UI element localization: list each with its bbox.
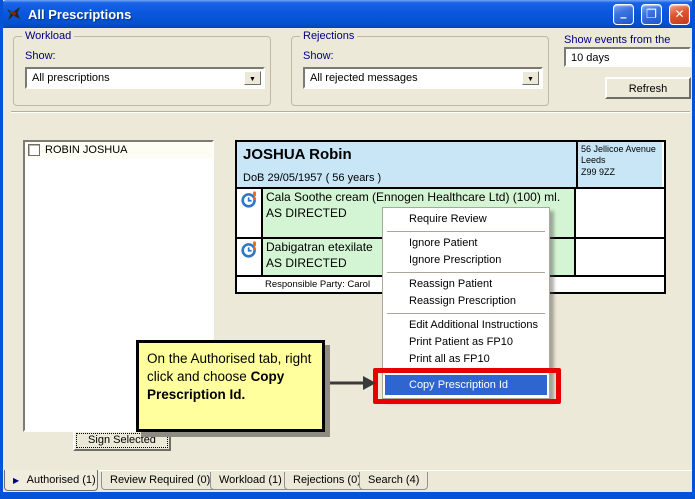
patient-header-row: JOSHUA Robin DoB 29/05/1957 ( 56 years )… (237, 142, 664, 189)
clock-alert-icon (241, 241, 258, 258)
menu-item-edit-additional-instructions[interactable]: Edit Additional Instructions (383, 317, 549, 334)
tab-label: Rejections (0) (293, 474, 361, 486)
sign-selected-button[interactable]: Sign Selected (73, 430, 171, 451)
menu-separator (387, 231, 545, 232)
patient-list-item[interactable]: ROBIN JOSHUA (25, 142, 212, 158)
menu-item-reassign-prescription[interactable]: Reassign Prescription (383, 293, 549, 310)
workload-show-label: Show: (25, 50, 56, 62)
minimize-button[interactable]: – (613, 4, 634, 25)
workload-filter-value: All prescriptions (27, 69, 263, 87)
menu-separator (387, 313, 545, 314)
maximize-button[interactable]: ❐ (641, 4, 662, 25)
drug-name: Cala Soothe cream (Ennogen Healthcare Lt… (266, 190, 571, 206)
tab-review-required[interactable]: Review Required (0) (101, 472, 219, 490)
close-button[interactable]: ✕ (669, 4, 690, 25)
rejections-group-label: Rejections (300, 30, 357, 42)
patient-dob: DoB 29/05/1957 ( 56 years ) (243, 172, 570, 184)
app-icon (5, 5, 23, 23)
title-bar[interactable]: All Prescriptions – ❐ ✕ (0, 0, 695, 28)
menu-item-ignore-patient[interactable]: Ignore Patient (383, 235, 549, 252)
workload-group-label: Workload (22, 30, 74, 42)
panel-divider (11, 111, 690, 113)
tab-rejections[interactable]: Rejections (0) (284, 472, 370, 490)
tab-authorised[interactable]: ▶ Authorised (1) (4, 470, 98, 491)
clock-alert-icon (241, 191, 258, 208)
tab-label: Authorised (1) (27, 474, 96, 486)
patient-address: 56 Jellicoe Avenue Leeds Z99 9ZZ (578, 142, 662, 187)
prescription-extra-cell (576, 189, 660, 237)
patient-list-item-label: ROBIN JOSHUA (45, 144, 128, 156)
patient-name: JOSHUA Robin (243, 146, 570, 163)
menu-item-reassign-patient[interactable]: Reassign Patient (383, 276, 549, 293)
tab-label: Review Required (0) (110, 474, 210, 486)
prescription-status-cell (237, 189, 263, 237)
window-title: All Prescriptions (28, 7, 606, 22)
all-prescriptions-window: All Prescriptions – ❐ ✕ Workload Show: A… (0, 0, 695, 499)
prescription-status-cell (237, 239, 263, 275)
rejections-filter-value: All rejected messages (305, 69, 541, 87)
dropdown-arrow-icon[interactable]: ▼ (244, 71, 261, 85)
callout-arrow (325, 374, 377, 392)
tabstrip-divider (3, 470, 692, 471)
tab-label: Search (4) (368, 474, 419, 486)
callout-note: On the Authorised tab, right click and c… (136, 340, 325, 432)
patient-header: JOSHUA Robin DoB 29/05/1957 ( 56 years ) (237, 142, 578, 187)
events-days-input[interactable]: 10 days (564, 47, 691, 67)
events-days-value: 10 days (571, 52, 610, 64)
dropdown-arrow-icon[interactable]: ▼ (522, 71, 539, 85)
active-tab-arrow-icon: ▶ (13, 476, 19, 485)
refresh-button[interactable]: Refresh (605, 77, 691, 99)
menu-item-require-review[interactable]: Require Review (383, 211, 549, 228)
red-highlight-box (373, 368, 561, 404)
patient-checkbox[interactable] (28, 144, 40, 156)
prescription-extra-cell (576, 239, 660, 275)
menu-item-ignore-prescription[interactable]: Ignore Prescription (383, 252, 549, 269)
menu-separator (387, 272, 545, 273)
menu-item-print-patient-fp10[interactable]: Print Patient as FP10 (383, 334, 549, 351)
workload-filter-select[interactable]: All prescriptions ▼ (25, 67, 265, 89)
tab-label: Workload (1) (219, 474, 282, 486)
callout-text: On the Authorised tab, right click and c… (147, 351, 311, 384)
tab-workload[interactable]: Workload (1) (210, 472, 291, 490)
menu-item-print-all-fp10[interactable]: Print all as FP10 (383, 351, 549, 368)
rejections-show-label: Show: (303, 50, 334, 62)
tab-search[interactable]: Search (4) (359, 472, 428, 490)
rejections-filter-select[interactable]: All rejected messages ▼ (303, 67, 543, 89)
